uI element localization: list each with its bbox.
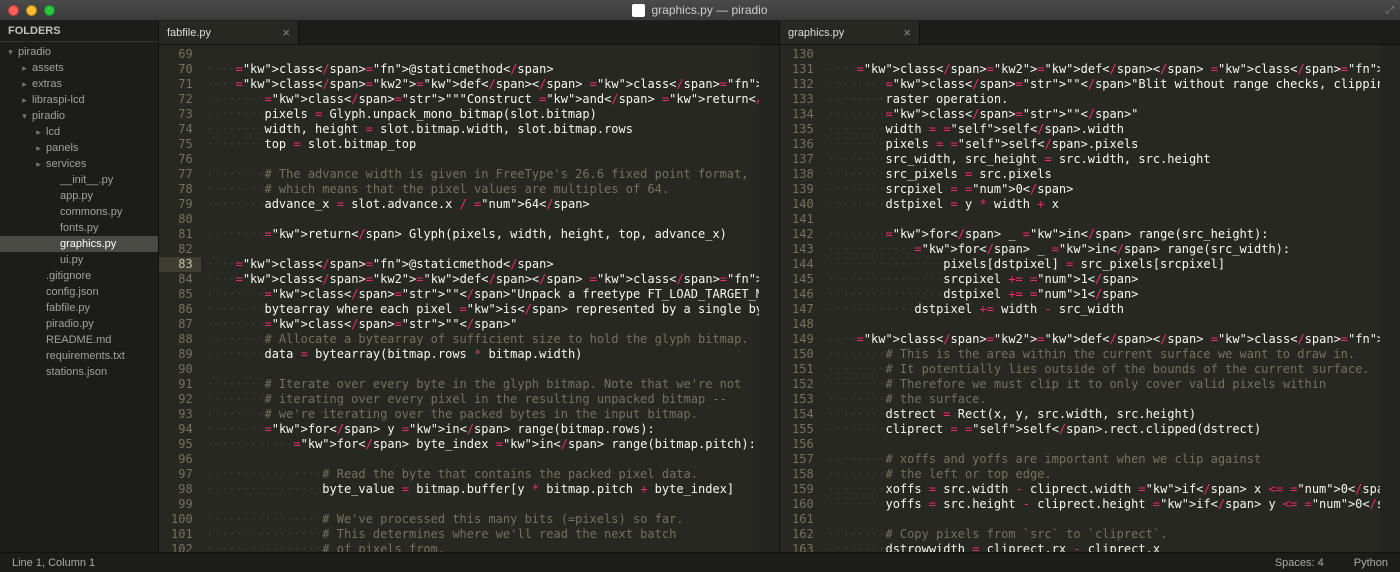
tree-item-label: extras bbox=[32, 78, 62, 90]
file-item[interactable]: __init__.py bbox=[0, 172, 158, 188]
file-item[interactable]: commons.py bbox=[0, 204, 158, 220]
file-item[interactable]: piradio.py bbox=[0, 316, 158, 332]
statusbar: Line 1, Column 1 Spaces: 4 Python bbox=[0, 552, 1400, 572]
window-title-text: graphics.py — piradio bbox=[651, 3, 767, 17]
tree-item-label: lcd bbox=[46, 126, 60, 138]
file-item[interactable]: config.json bbox=[0, 284, 158, 300]
folder-item[interactable]: ▸lcd bbox=[0, 124, 158, 140]
tree-item-label: libraspi-lcd bbox=[32, 94, 85, 106]
code-right[interactable]: ····="kw">class</span>="kw2">="kw">def</… bbox=[822, 45, 1380, 552]
tree-item-label: stations.json bbox=[46, 366, 107, 378]
file-item[interactable]: ui.py bbox=[0, 252, 158, 268]
file-item[interactable]: app.py bbox=[0, 188, 158, 204]
folder-item[interactable]: ▸assets bbox=[0, 60, 158, 76]
file-item[interactable]: stations.json bbox=[0, 364, 158, 380]
folder-item[interactable]: ▾piradio bbox=[0, 44, 158, 60]
folder-item[interactable]: ▸services bbox=[0, 156, 158, 172]
tree-item-label: commons.py bbox=[60, 206, 122, 218]
tree-item-label: graphics.py bbox=[60, 238, 116, 250]
minimap-left[interactable] bbox=[759, 45, 779, 552]
tree-item-label: panels bbox=[46, 142, 78, 154]
editor-pane-left: fabfile.py × 697071727374757677787980818… bbox=[159, 21, 779, 552]
tree-item-label: README.md bbox=[46, 334, 111, 346]
tab-bar-right[interactable]: graphics.py × bbox=[780, 21, 1400, 45]
tree-item-label: piradio.py bbox=[46, 318, 94, 330]
gutter-left[interactable]: 6970717273747576777879808182838485868788… bbox=[159, 45, 201, 552]
tab-graphics[interactable]: graphics.py × bbox=[780, 21, 920, 44]
chevron-right-icon[interactable]: ▸ bbox=[20, 63, 29, 74]
chevron-right-icon[interactable]: ▸ bbox=[34, 159, 43, 170]
file-item[interactable]: .gitignore bbox=[0, 268, 158, 284]
chevron-down-icon[interactable]: ▾ bbox=[6, 47, 15, 58]
titlebar: graphics.py — piradio ⤢ bbox=[0, 0, 1400, 21]
tab-bar-left[interactable]: fabfile.py × bbox=[159, 21, 779, 45]
tree-item-label: piradio bbox=[18, 46, 51, 58]
tree-item-label: ui.py bbox=[60, 254, 83, 266]
close-tab-icon[interactable]: × bbox=[903, 25, 911, 40]
folder-item[interactable]: ▸panels bbox=[0, 140, 158, 156]
editor-pane-right: graphics.py × 13013113213313413513613713… bbox=[779, 21, 1400, 552]
tree-item-label: config.json bbox=[46, 286, 99, 298]
tab-label: fabfile.py bbox=[167, 27, 211, 39]
file-item[interactable]: requirements.txt bbox=[0, 348, 158, 364]
tab-fabfile[interactable]: fabfile.py × bbox=[159, 21, 299, 44]
minimap-right[interactable] bbox=[1380, 45, 1400, 552]
tree-item-label: fabfile.py bbox=[46, 302, 90, 314]
chevron-right-icon[interactable]: ▸ bbox=[34, 127, 43, 138]
status-cursor[interactable]: Line 1, Column 1 bbox=[12, 557, 95, 569]
tree-item-label: requirements.txt bbox=[46, 350, 125, 362]
tree-item-label: services bbox=[46, 158, 86, 170]
code-left[interactable]: ····="kw">class</span>="fn">@staticmetho… bbox=[201, 45, 759, 552]
chevron-right-icon[interactable]: ▸ bbox=[20, 79, 29, 90]
python-file-icon bbox=[632, 4, 645, 17]
status-language[interactable]: Python bbox=[1354, 557, 1388, 569]
status-indent[interactable]: Spaces: 4 bbox=[1275, 557, 1324, 569]
tree-item-label: assets bbox=[32, 62, 64, 74]
folder-item[interactable]: ▸extras bbox=[0, 76, 158, 92]
folder-item[interactable]: ▾piradio bbox=[0, 108, 158, 124]
close-tab-icon[interactable]: × bbox=[282, 25, 290, 40]
file-item[interactable]: graphics.py bbox=[0, 236, 158, 252]
tree-item-label: fonts.py bbox=[60, 222, 99, 234]
window-title: graphics.py — piradio bbox=[0, 3, 1400, 17]
tree-item-label: __init__.py bbox=[60, 174, 113, 186]
file-item[interactable]: README.md bbox=[0, 332, 158, 348]
chevron-right-icon[interactable]: ▸ bbox=[34, 143, 43, 154]
sidebar[interactable]: FOLDERS ▾piradio▸assets▸extras▸libraspi-… bbox=[0, 21, 159, 552]
tree-item-label: app.py bbox=[60, 190, 93, 202]
folder-item[interactable]: ▸libraspi-lcd bbox=[0, 92, 158, 108]
file-item[interactable]: fonts.py bbox=[0, 220, 158, 236]
tree-item-label: piradio bbox=[32, 110, 65, 122]
file-item[interactable]: fabfile.py bbox=[0, 300, 158, 316]
chevron-down-icon[interactable]: ▾ bbox=[20, 111, 29, 122]
tree-item-label: .gitignore bbox=[46, 270, 91, 282]
gutter-right[interactable]: 1301311321331341351361371381391401411421… bbox=[780, 45, 822, 552]
chevron-right-icon[interactable]: ▸ bbox=[20, 95, 29, 106]
sidebar-header: FOLDERS bbox=[0, 21, 158, 42]
folder-tree[interactable]: ▾piradio▸assets▸extras▸libraspi-lcd▾pira… bbox=[0, 42, 158, 380]
tab-label: graphics.py bbox=[788, 27, 844, 39]
